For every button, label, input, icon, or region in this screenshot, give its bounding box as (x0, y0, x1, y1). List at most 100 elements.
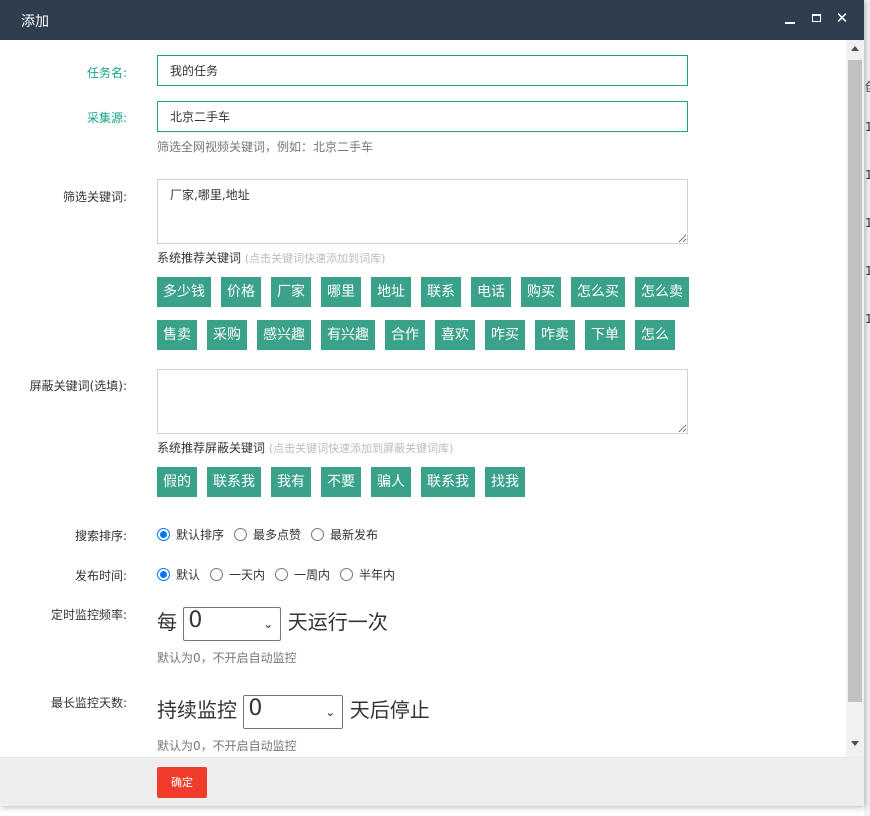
max-days-select[interactable]: 0 ⌄ (243, 694, 344, 729)
radio-icon[interactable] (210, 568, 224, 581)
keyword-tag[interactable]: 价格 (221, 277, 261, 307)
publish-time-label: 发布时间: (74, 569, 127, 583)
confirm-button[interactable]: 确定 (157, 767, 207, 798)
block-keywords-textarea[interactable] (157, 369, 688, 434)
keyword-tag[interactable]: 哪里 (321, 277, 361, 307)
keyword-tag[interactable]: 电话 (471, 277, 511, 307)
sort-option[interactable]: 默认排序 (157, 526, 224, 543)
publish-time-option[interactable]: 默认 (157, 566, 200, 583)
block-keywords-rec-title: 系统推荐屏蔽关键词 (点击关键词快速添加到屏蔽关键词库) (157, 439, 717, 456)
chevron-down-icon: ⌄ (325, 704, 336, 719)
background-table-column: 创 1 1 1 1 1 (864, 0, 870, 816)
background-cell: 1 (865, 120, 870, 134)
minimize-icon[interactable] (782, 10, 798, 28)
frequency-hint: 默认为0，不开启自动监控 (157, 650, 297, 665)
frequency-control: 每 0 ⌄ 天运行一次 (157, 606, 388, 641)
background-cell: 1 (865, 264, 870, 278)
block-keywords-rec-subtitle: (点击关键词快速添加到屏蔽关键词库) (268, 442, 454, 455)
max-days-hint: 默认为0，不开启自动监控 (157, 738, 297, 753)
block-keyword-tag[interactable]: 骗人 (371, 467, 411, 497)
sort-radio-group: 默认排序 最多点赞 最新发布 (157, 526, 388, 543)
max-days-select-value: 0 (248, 695, 263, 721)
sort-option-label: 默认排序 (176, 528, 225, 542)
block-keyword-tag[interactable]: 假的 (157, 467, 197, 497)
keyword-tag[interactable]: 联系 (421, 277, 461, 307)
radio-icon[interactable] (275, 568, 289, 581)
publish-time-option[interactable]: 一周内 (275, 566, 330, 583)
dialog-footer: 确定 (0, 757, 864, 806)
close-icon[interactable]: ✕ (834, 10, 850, 28)
block-keyword-tag[interactable]: 不要 (321, 467, 361, 497)
source-input[interactable] (157, 101, 688, 132)
block-keyword-tag[interactable]: 联系我 (207, 467, 261, 497)
max-days-label: 最长监控天数: (50, 696, 127, 710)
publish-time-option-label: 默认 (176, 568, 201, 582)
radio-icon[interactable] (311, 528, 325, 541)
publish-time-radio-group: 默认 一天内 一周内 半年内 (157, 566, 405, 583)
radio-icon[interactable] (234, 528, 248, 541)
keywords-tag-list: 多少钱 价格 厂家 哪里 地址 联系 电话 购买 怎么买 怎么卖售卖 采购 感兴趣 有兴趣 合作 喜欢 咋买咋… (157, 277, 717, 363)
radio-icon[interactable] (340, 568, 354, 581)
sort-label: 搜索排序: (74, 529, 127, 543)
scroll-down-icon[interactable] (851, 741, 859, 746)
keyword-tag[interactable]: 采购 (207, 320, 247, 350)
block-keyword-tag[interactable]: 联系我 (421, 467, 475, 497)
dialog-content: 任务名: 采集源: 筛选全网视频关键词，例如：北京二手车 筛选关键词: 厂家,哪… (0, 40, 846, 757)
dialog-titlebar: 添加 ✕ (0, 0, 864, 40)
sort-option-label: 最多点赞 (253, 528, 302, 542)
keyword-tag[interactable]: 地址 (371, 277, 411, 307)
keyword-tag[interactable]: 有兴趣 (321, 320, 375, 350)
frequency-prefix: 每 (157, 610, 177, 634)
keyword-tag[interactable]: 怎么 (635, 320, 675, 350)
keywords-rec-title-text: 系统推荐关键词 (157, 251, 242, 265)
max-days-suffix: 天后停止 (349, 698, 430, 722)
publish-time-option[interactable]: 一天内 (210, 566, 265, 583)
keyword-tag[interactable]: 下单 (585, 320, 625, 350)
block-keywords-rec-title-text: 系统推荐屏蔽关键词 (157, 441, 266, 455)
maximize-icon[interactable] (808, 10, 824, 28)
background-cell: 1 (865, 168, 870, 182)
background-header-cell: 创 (865, 78, 870, 95)
keyword-tag[interactable]: 咋卖 (535, 320, 575, 350)
keyword-tag[interactable]: 感兴趣 (257, 320, 311, 350)
block-keyword-tag[interactable]: 我有 (271, 467, 311, 497)
keyword-tag[interactable]: 合作 (385, 320, 425, 350)
radio-icon[interactable] (157, 528, 170, 541)
keyword-tag[interactable]: 喜欢 (435, 320, 475, 350)
sort-option[interactable]: 最多点赞 (234, 526, 301, 543)
max-days-prefix: 持续监控 (157, 698, 237, 722)
keyword-tag[interactable]: 厂家 (271, 277, 311, 307)
sort-option-label: 最新发布 (330, 528, 379, 542)
radio-icon[interactable] (157, 568, 170, 581)
frequency-label: 定时监控频率: (50, 608, 127, 622)
publish-time-option-label: 半年内 (359, 568, 396, 582)
task-name-input[interactable] (157, 55, 688, 86)
background-cell: 1 (865, 312, 870, 326)
content-scrollbar[interactable] (846, 40, 864, 757)
frequency-select[interactable]: 0 ⌄ (183, 606, 282, 641)
block-keywords-tag-list: 假的 联系我 我有 不要 骗人 联系我 找我 (157, 467, 717, 510)
keyword-tag[interactable]: 怎么卖 (635, 277, 689, 307)
dialog-title: 添加 (21, 14, 49, 30)
scroll-up-icon[interactable] (851, 46, 859, 51)
max-days-control: 持续监控 0 ⌄ 天后停止 (157, 694, 430, 729)
block-keywords-label: 屏蔽关键词(选填): (29, 379, 127, 393)
add-dialog: 添加 ✕ 任务名: 采集源: 筛选全网视频关键词，例如：北京二手车 筛选关键词:… (0, 0, 864, 806)
publish-time-option-label: 一周内 (294, 568, 331, 582)
keyword-tag[interactable]: 购买 (521, 277, 561, 307)
keywords-rec-subtitle: (点击关键词快速添加到词库) (244, 252, 386, 265)
frequency-select-value: 0 (188, 607, 203, 633)
keyword-tag[interactable]: 咋买 (485, 320, 525, 350)
sort-option[interactable]: 最新发布 (311, 526, 378, 543)
keyword-tag[interactable]: 多少钱 (157, 277, 211, 307)
publish-time-option[interactable]: 半年内 (340, 566, 395, 583)
keyword-tag[interactable]: 售卖 (157, 320, 197, 350)
scrollbar-thumb[interactable] (848, 60, 862, 702)
keywords-rec-title: 系统推荐关键词 (点击关键词快速添加到词库) (157, 249, 717, 266)
task-name-label: 任务名: (86, 66, 127, 80)
keyword-tag[interactable]: 怎么买 (571, 277, 625, 307)
keywords-textarea[interactable]: 厂家,哪里,地址 (157, 179, 688, 244)
block-keyword-tag[interactable]: 找我 (485, 467, 525, 497)
source-hint: 筛选全网视频关键词，例如：北京二手车 (157, 140, 374, 154)
background-cell: 1 (865, 216, 870, 230)
